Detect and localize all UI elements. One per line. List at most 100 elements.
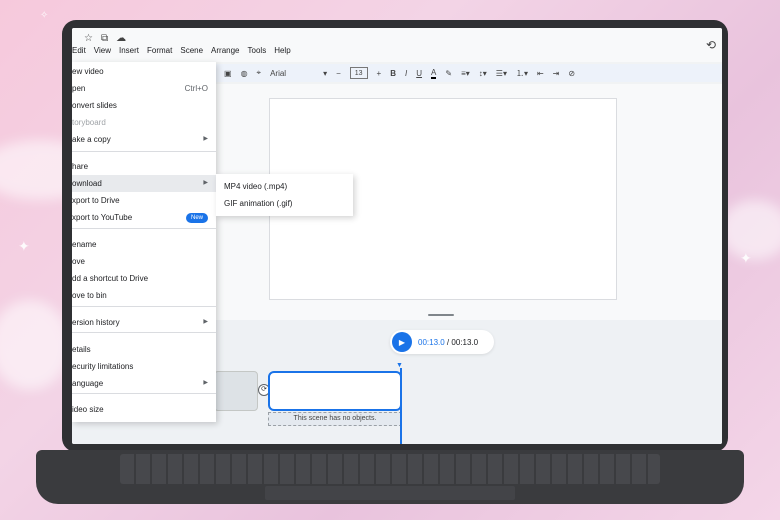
menu-separator [72,228,216,229]
playhead-line [400,368,402,444]
menu-tools[interactable]: Tools [248,46,267,55]
file-menu-item[interactable]: ideo size [72,401,216,418]
file-menu-item-label: ersion history [72,318,120,327]
file-menu-item[interactable]: ownload ▶ [72,175,216,192]
clear-formatting-icon[interactable]: ⊘ [568,69,575,78]
laptop-trackpad [265,486,515,500]
file-menu-item[interactable]: ecurity limitations [72,358,216,375]
app-screen: ☆ ⧉ ☁ Edit View Insert Format Scene Arra… [72,28,722,444]
laptop-keyboard [120,454,660,484]
file-menu-item-label: ename [72,240,97,249]
file-menu-item-label: toryboard [72,118,106,127]
font-size-input[interactable]: 13 [349,67,368,79]
playback-controls: ▶ 00:13.0 / 00:13.0 [390,330,494,354]
play-icon: ▶ [398,337,406,347]
menu-insert[interactable]: Insert [119,46,139,55]
play-button[interactable]: ▶ [392,332,412,352]
italic-button[interactable]: I [405,69,407,78]
submenu-arrow-icon: ▶ [203,319,208,325]
menu-format[interactable]: Format [147,46,172,55]
new-badge: New [185,212,208,223]
file-menu-item[interactable]: pen Ctrl+O [72,80,216,97]
submenu-arrow-icon: ▶ [203,180,208,186]
sparkle-icon: ✧ [40,10,49,21]
empty-scene-note: This scene has no objects. [268,412,402,426]
numbered-list-icon[interactable]: ⒈▾ [516,68,528,79]
file-menu-item-label: onvert slides [72,101,117,110]
file-menu-item[interactable]: ove to bin [72,287,216,304]
font-select[interactable]: Arial [270,69,314,78]
submenu-arrow-icon: ▶ [203,136,208,142]
file-menu-item[interactable]: hare [72,158,216,175]
file-menu-item-label: ake a copy [72,135,111,144]
file-menu-item-label: ecurity limitations [72,362,134,371]
scene-thumbnail[interactable] [214,371,258,411]
sparkle-icon: ✦ [18,238,30,254]
file-menu-item-label: hare [72,162,89,171]
align-icon[interactable]: ≡▾ [461,69,470,78]
file-menu-item[interactable]: ersion history ▶ [72,314,216,331]
file-menu-item[interactable]: anguage ▶ [72,375,216,392]
menu-help[interactable]: Help [274,46,290,55]
file-menu-item-label: ew video [72,67,104,76]
file-menu-item[interactable]: ename [72,236,216,253]
paint-format-icon[interactable]: ⌖ [257,68,262,78]
palette-icon[interactable]: ◍ [241,69,248,78]
formatting-toolbar: ▣ ◍ ⌖ Arial ▾ − 13 + B I U A ✎ ≡▾ ↕▾ ☰▾ … [212,64,722,82]
file-menu-item-label: xport to Drive [72,196,120,205]
playhead-marker-icon[interactable]: ▼ [396,362,403,369]
download-mp4-item[interactable]: MP4 video (.mp4) [224,178,287,195]
menu-edit[interactable]: Edit [72,46,86,55]
menu-bar: Edit View Insert Format Scene Arrange To… [72,46,291,55]
file-menu-item[interactable]: ew video [72,63,216,80]
cloud-status-icon[interactable]: ☁ [116,33,126,44]
bold-button[interactable]: B [390,69,396,78]
line-spacing-icon[interactable]: ↕▾ [479,69,487,78]
resize-handle[interactable] [428,314,454,316]
total-time: 00:13.0 [451,337,479,347]
file-menu-item-label: dd a shortcut to Drive [72,274,149,283]
download-gif-item[interactable]: GIF animation (.gif) [224,195,292,212]
file-menu-item[interactable]: ove [72,253,216,270]
menu-separator [72,393,216,394]
selected-scene[interactable] [268,371,402,411]
menu-view[interactable]: View [94,46,111,55]
menu-scene[interactable]: Scene [180,46,203,55]
file-menu-item[interactable]: ake a copy ▶ [72,131,216,148]
shortcut-hint: Ctrl+O [184,84,208,93]
star-icon[interactable]: ☆ [84,33,93,44]
chevron-down-icon[interactable]: ▾ [323,69,327,78]
file-menu-item-label: anguage [72,379,104,388]
image-icon[interactable]: ▣ [224,69,232,78]
menu-separator [72,306,216,307]
text-color-button[interactable]: A [431,68,437,79]
playback-time: 00:13.0 / 00:13.0 [418,338,478,347]
sparkle-icon: ✦ [740,250,752,266]
bulleted-list-icon[interactable]: ☰▾ [496,69,507,78]
file-menu-item-label: ove to bin [72,291,107,300]
file-menu-item[interactable]: xport to YouTube New [72,209,216,226]
file-menu-item-label: xport to YouTube [72,213,133,222]
file-menu-item[interactable]: xport to Drive [72,192,216,209]
folder-icon[interactable]: ⧉ [101,33,108,44]
font-size-decrease-button[interactable]: − [336,69,341,78]
menu-separator [72,332,216,333]
history-icon[interactable]: ⟲ [706,38,716,52]
file-menu-item-label: etails [72,345,91,354]
file-menu-item[interactable]: dd a shortcut to Drive [72,270,216,287]
file-menu-item-label: ownload [72,179,102,188]
menu-arrange[interactable]: Arrange [211,46,239,55]
file-menu-item-label: ove [72,257,85,266]
submenu-arrow-icon: ▶ [203,380,208,386]
highlight-icon[interactable]: ✎ [445,69,452,78]
decrease-indent-icon[interactable]: ⇤ [537,69,544,78]
background-cloud [0,300,70,390]
file-menu-item[interactable]: onvert slides [72,97,216,114]
file-menu-item: toryboard [72,114,216,131]
file-menu-item[interactable]: etails [72,341,216,358]
font-size-increase-button[interactable]: + [377,69,382,78]
top-icon-group: ☆ ⧉ ☁ [84,33,126,44]
file-menu: ew video pen Ctrl+O onvert slides toryboard a… [72,62,216,422]
increase-indent-icon[interactable]: ⇥ [553,69,560,78]
underline-button[interactable]: U [416,69,422,78]
